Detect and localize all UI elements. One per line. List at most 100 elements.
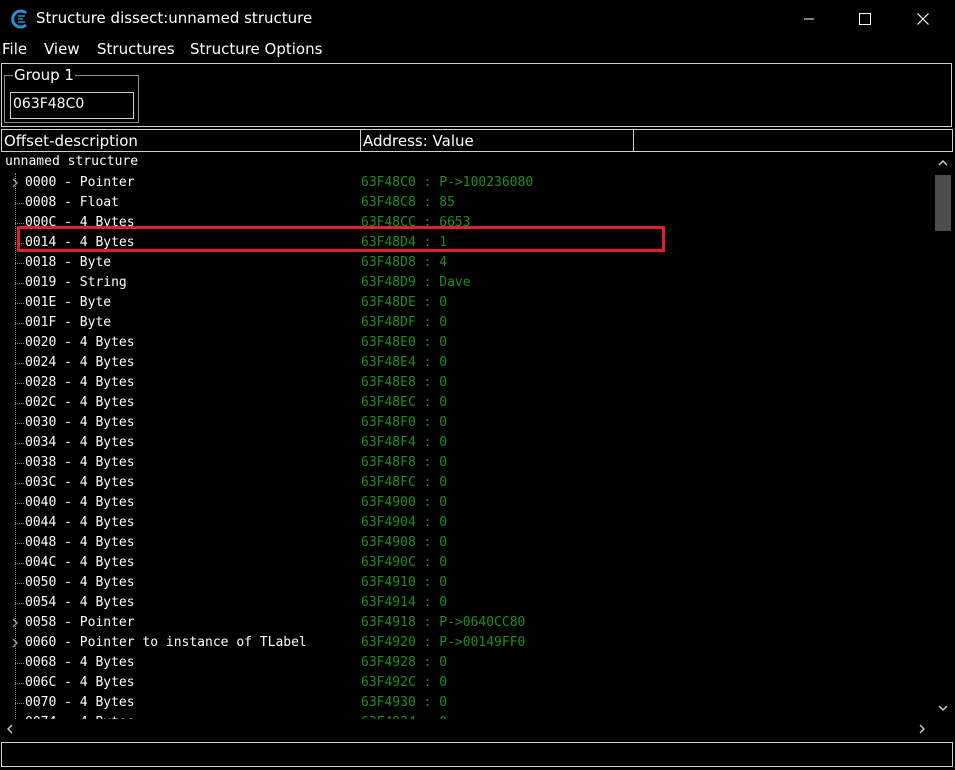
- address-value: 63F4904 : 0: [361, 515, 448, 530]
- tree-row[interactable]: 0024 - 4 Bytes 63F48E4 : 0: [0, 353, 932, 373]
- chevron-right-icon[interactable]: [10, 636, 20, 650]
- tree-branch-line: [15, 703, 24, 704]
- address-value: 63F48F0 : 0: [361, 415, 448, 430]
- address-value: 63F48F4 : 0: [361, 435, 448, 450]
- tree-row[interactable]: 0060 - Pointer to instance of TLabel 63F4…: [0, 633, 932, 653]
- tree-row[interactable]: 0008 - Float 63F48C8 : 85: [0, 193, 932, 213]
- chevron-right-icon[interactable]: [10, 616, 20, 630]
- tree-row[interactable]: 0050 - 4 Bytes 63F4910 : 0: [0, 573, 932, 593]
- tree-branch-line: [15, 523, 24, 524]
- address-value: 63F4900 : 0: [361, 495, 448, 510]
- chevron-down-icon[interactable]: [938, 704, 948, 712]
- offset-description: 001E - Byte: [25, 295, 112, 310]
- menu-file[interactable]: File: [2, 40, 27, 58]
- tree-row[interactable]: 0054 - 4 Bytes 63F4914 : 0: [0, 593, 932, 613]
- vertical-scrollbar[interactable]: [933, 153, 953, 718]
- tree-branch-line: [15, 463, 24, 464]
- tree-row[interactable]: 0018 - Byte 63F48D8 : 4: [0, 253, 932, 273]
- column-address-value[interactable]: Address: Value: [363, 132, 474, 150]
- tree-root-label[interactable]: unnamed structure: [5, 154, 138, 169]
- address-value: 63F492C : 0: [361, 675, 448, 690]
- tree-branch-line: [15, 663, 24, 664]
- tree-row[interactable]: 0000 - Pointer 63F48C0 : P->100236080: [0, 173, 932, 193]
- address-value: 63F4914 : 0: [361, 595, 448, 610]
- chevron-up-icon[interactable]: [938, 159, 948, 167]
- menu-structures[interactable]: Structures: [97, 40, 175, 58]
- tree-row[interactable]: 0019 - String 63F48D9 : Dave: [0, 273, 932, 293]
- close-button[interactable]: [900, 0, 946, 38]
- address-value: 63F4918 : P->0640CC80: [361, 615, 526, 630]
- address-value: 63F48FC : 0: [361, 475, 448, 490]
- address-field[interactable]: 063F48C0: [10, 92, 134, 119]
- tree-branch-line: [15, 443, 24, 444]
- offset-description: 0038 - 4 Bytes: [25, 455, 135, 470]
- tree-branch-line: [15, 263, 24, 264]
- scrollbar-thumb[interactable]: [935, 175, 951, 231]
- maximize-button[interactable]: [842, 0, 888, 38]
- offset-description: 0050 - 4 Bytes: [25, 575, 135, 590]
- tree-row[interactable]: 0030 - 4 Bytes 63F48F0 : 0: [0, 413, 932, 433]
- horizontal-scrollbar[interactable]: [0, 719, 933, 739]
- column-offset-description[interactable]: Offset-description: [4, 132, 138, 150]
- tree-branch-line: [15, 543, 24, 544]
- tree-row[interactable]: 0040 - 4 Bytes 63F4900 : 0: [0, 493, 932, 513]
- offset-description: 0070 - 4 Bytes: [25, 695, 135, 710]
- tree-row[interactable]: 002C - 4 Bytes 63F48EC : 0: [0, 393, 932, 413]
- menu-view[interactable]: View: [44, 40, 80, 58]
- offset-description: 0019 - String: [25, 275, 127, 290]
- offset-description: 001F - Byte: [25, 315, 112, 330]
- offset-description: 0034 - 4 Bytes: [25, 435, 135, 450]
- tree-row[interactable]: 0028 - 4 Bytes 63F48E8 : 0: [0, 373, 932, 393]
- window-title: Structure dissect:unnamed structure: [36, 9, 313, 27]
- address-value: 63F48E0 : 0: [361, 335, 448, 350]
- offset-description: 0018 - Byte: [25, 255, 112, 270]
- group-box: Group 1 063F48C0: [4, 66, 139, 123]
- offset-description: 0028 - 4 Bytes: [25, 375, 135, 390]
- tree-row[interactable]: 001F - Byte 63F48DF : 0: [0, 313, 932, 333]
- menu-bar: File View Structures Structure Options: [0, 38, 955, 60]
- chevron-right-icon[interactable]: [10, 176, 20, 190]
- address-value: 63F48D9 : Dave: [361, 275, 471, 290]
- address-value: 63F48D8 : 4: [361, 255, 448, 270]
- offset-description: 006C - 4 Bytes: [25, 675, 135, 690]
- minimize-button[interactable]: [786, 0, 832, 38]
- tree-row[interactable]: 0048 - 4 Bytes 63F4908 : 0: [0, 533, 932, 553]
- offset-description: 002C - 4 Bytes: [25, 395, 135, 410]
- tree-row[interactable]: 004C - 4 Bytes 63F490C : 0: [0, 553, 932, 573]
- status-bar: [1, 742, 953, 767]
- tree-row[interactable]: 0058 - Pointer 63F4918 : P->0640CC80: [0, 613, 932, 633]
- chevron-right-icon[interactable]: [918, 724, 926, 734]
- offset-description: 0044 - 4 Bytes: [25, 515, 135, 530]
- tree-branch-line: [15, 363, 24, 364]
- tree-row[interactable]: 001E - Byte 63F48DE : 0: [0, 293, 932, 313]
- offset-description: 0054 - 4 Bytes: [25, 595, 135, 610]
- offset-description: 0030 - 4 Bytes: [25, 415, 135, 430]
- address-value: 63F48DE : 0: [361, 295, 448, 310]
- tree-row[interactable]: 0038 - 4 Bytes 63F48F8 : 0: [0, 453, 932, 473]
- tree-branch-line: [15, 483, 24, 484]
- tree-branch-line: [15, 323, 24, 324]
- column-divider[interactable]: [360, 130, 361, 151]
- tree-branch-line: [15, 223, 24, 224]
- maximize-icon: [859, 13, 871, 25]
- offset-description: 0008 - Float: [25, 195, 119, 210]
- tree-row[interactable]: 0020 - 4 Bytes 63F48E0 : 0: [0, 333, 932, 353]
- tree-branch-line: [15, 283, 24, 284]
- address-value: 63F4930 : 0: [361, 695, 448, 710]
- tree-row[interactable]: 006C - 4 Bytes 63F492C : 0: [0, 673, 932, 693]
- tree-branch-line: [15, 683, 24, 684]
- address-value: 63F4920 : P->00149FF0: [361, 635, 526, 650]
- tree-row[interactable]: 0034 - 4 Bytes 63F48F4 : 0: [0, 433, 932, 453]
- chevron-left-icon[interactable]: [6, 724, 14, 734]
- column-divider[interactable]: [633, 130, 634, 151]
- tree-row[interactable]: 003C - 4 Bytes 63F48FC : 0: [0, 473, 932, 493]
- tree-row[interactable]: 0070 - 4 Bytes 63F4930 : 0: [0, 693, 932, 713]
- address-value: 63F48E4 : 0: [361, 355, 448, 370]
- tree-branch-line: [15, 583, 24, 584]
- tree-branch-line: [15, 383, 24, 384]
- tree-row[interactable]: 0044 - 4 Bytes 63F4904 : 0: [0, 513, 932, 533]
- offset-description: 0040 - 4 Bytes: [25, 495, 135, 510]
- address-value: 63F48E8 : 0: [361, 375, 448, 390]
- tree-row[interactable]: 0068 - 4 Bytes 63F4928 : 0: [0, 653, 932, 673]
- menu-structure-options[interactable]: Structure Options: [190, 40, 322, 58]
